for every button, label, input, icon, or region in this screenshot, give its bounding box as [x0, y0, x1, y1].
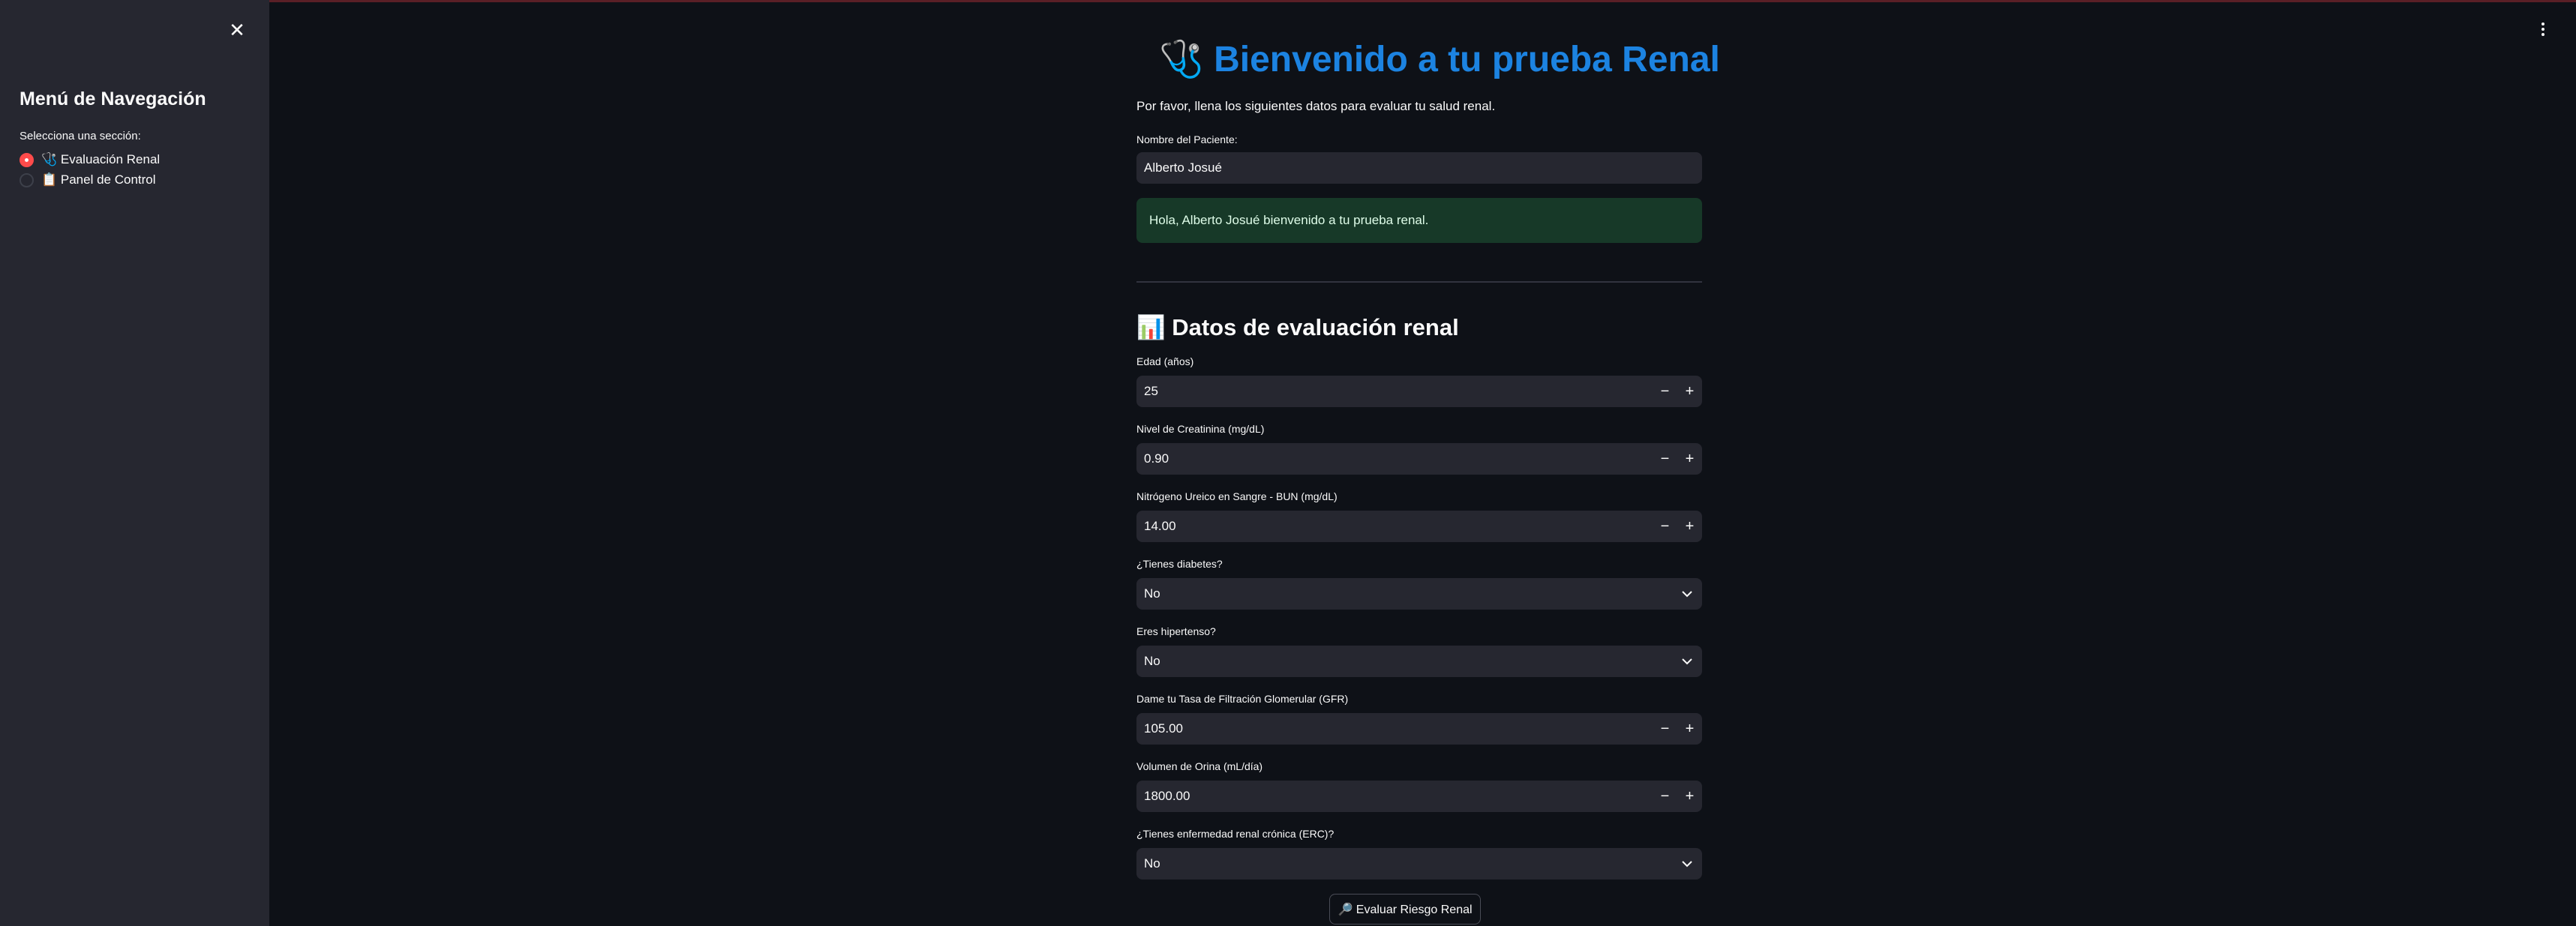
hipertenso-value[interactable]: No [1136, 654, 1672, 669]
section-title: 📊 Datos de evaluación renal [1136, 314, 1459, 340]
bun-value[interactable]: 14.00 [1136, 519, 1653, 534]
gfr-label: Dame tu Tasa de Filtración Glomerular (G… [1136, 693, 1349, 705]
sidebar: ✕ Menú de Navegación Selecciona una secc… [0, 0, 269, 926]
evaluar-riesgo-label: 🔎 Evaluar Riesgo Renal [1338, 903, 1473, 916]
greeting-text: Hola, Alberto Josué bienvenido a tu prue… [1149, 213, 1429, 227]
chevron-down-icon[interactable] [1672, 646, 1702, 677]
diabetes-value[interactable]: No [1136, 586, 1672, 601]
decrement-button[interactable]: − [1653, 781, 1677, 812]
edad-label: Edad (años) [1136, 355, 1194, 367]
erc-value[interactable]: No [1136, 856, 1672, 871]
hipertenso-select[interactable]: No [1136, 646, 1702, 677]
radio-label: 📋 Panel de Control [41, 172, 156, 187]
erc-label: ¿Tienes enfermedad renal crónica (ERC)? [1136, 828, 1335, 840]
close-sidebar-button[interactable]: ✕ [227, 19, 248, 40]
increment-button[interactable]: + [1677, 713, 1702, 745]
gfr-value[interactable]: 105.00 [1136, 721, 1653, 736]
decrement-button[interactable]: − [1653, 443, 1677, 475]
creatinina-label: Nivel de Creatinina (mg/dL) [1136, 423, 1265, 435]
decrement-button[interactable]: − [1653, 713, 1677, 745]
edad-value[interactable]: 25 [1136, 384, 1653, 399]
hipertenso-label: Eres hipertenso? [1136, 625, 1216, 637]
nav-caption: Selecciona una sección: [20, 130, 141, 142]
orina-value[interactable]: 1800.00 [1136, 789, 1653, 804]
radio-option-panel-control[interactable]: 📋 Panel de Control [20, 169, 156, 190]
increment-button[interactable]: + [1677, 443, 1702, 475]
bun-number-input[interactable]: 14.00 − + [1136, 511, 1702, 542]
increment-button[interactable]: + [1677, 511, 1702, 542]
nav-title: Menú de Navegación [20, 88, 206, 109]
creatinina-number-input[interactable]: 0.90 − + [1136, 443, 1702, 475]
decrement-button[interactable]: − [1653, 376, 1677, 407]
patient-name-label: Nombre del Paciente: [1136, 133, 1238, 145]
chevron-down-icon[interactable] [1672, 578, 1702, 610]
radio-selected-icon[interactable] [20, 152, 34, 167]
success-alert: Hola, Alberto Josué bienvenido a tu prue… [1136, 198, 1702, 243]
bun-label: Nitrógeno Ureico en Sangre - BUN (mg/dL) [1136, 490, 1338, 502]
erc-select[interactable]: No [1136, 848, 1702, 880]
increment-button[interactable]: + [1677, 376, 1702, 407]
gfr-number-input[interactable]: 105.00 − + [1136, 713, 1702, 745]
radio-label: 🩺 Evaluación Renal [41, 152, 161, 166]
radio-unselected-icon[interactable] [20, 172, 34, 187]
diabetes-select[interactable]: No [1136, 578, 1702, 610]
chevron-down-icon[interactable] [1672, 848, 1702, 880]
page-subtitle: Por favor, llena los siguientes datos pa… [1136, 99, 1496, 113]
page-title: 🩺 Bienvenido a tu prueba Renal [1159, 40, 1720, 79]
patient-name-value[interactable]: Alberto Josué [1136, 160, 1702, 175]
divider [1136, 281, 1702, 283]
increment-button[interactable]: + [1677, 781, 1702, 812]
kebab-menu-icon[interactable] [2534, 18, 2552, 40]
top-accent-line [0, 0, 2576, 2]
decrement-button[interactable]: − [1653, 511, 1677, 542]
orina-number-input[interactable]: 1800.00 − + [1136, 781, 1702, 812]
diabetes-label: ¿Tienes diabetes? [1136, 558, 1223, 570]
evaluar-riesgo-button[interactable]: 🔎 Evaluar Riesgo Renal [1329, 894, 1481, 925]
edad-number-input[interactable]: 25 − + [1136, 376, 1702, 407]
creatinina-value[interactable]: 0.90 [1136, 451, 1653, 466]
patient-name-input[interactable]: Alberto Josué [1136, 152, 1702, 184]
orina-label: Volumen de Orina (mL/día) [1136, 760, 1263, 772]
radio-option-evaluacion-renal[interactable]: 🩺 Evaluación Renal [20, 149, 160, 170]
close-icon[interactable]: ✕ [229, 19, 245, 41]
